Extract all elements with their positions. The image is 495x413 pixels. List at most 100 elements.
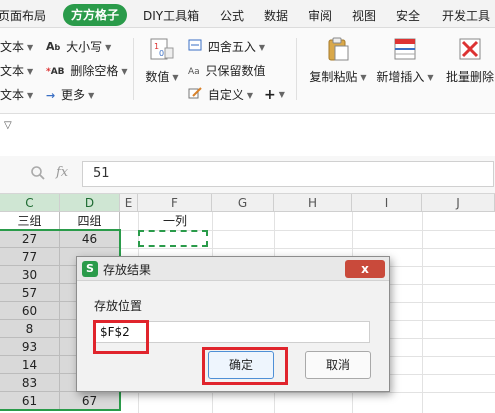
chevron-down-icon: ▼ [88,90,95,100]
plus-icon: + [264,87,276,103]
numeric-button[interactable]: 1 0 数值 ▼ [142,36,182,85]
tab-security[interactable]: 安全 [396,7,420,25]
tab-page-layout[interactable]: 页面布局 [0,7,46,25]
clipboard-icon [325,36,351,62]
chevron-down-icon: ▼ [105,42,112,52]
app-logo-icon: S [82,261,98,277]
delete-icon [457,36,483,62]
batch-delete-button[interactable]: 批量删除 [440,36,495,85]
column-header-i[interactable]: I [352,194,422,212]
close-icon: x [361,262,369,276]
cell-c2[interactable]: 27 [0,230,60,248]
column-header-j[interactable]: J [422,194,495,212]
expand-ribbon-icon[interactable]: ▽ [4,120,12,131]
highlight-ok-button [202,347,288,385]
chevron-down-icon: ▼ [360,73,367,82]
cut-label-2: 文本 [0,64,25,78]
cell-c9[interactable]: 14 [0,356,60,374]
remove-spaces-icon: *AB [46,66,65,77]
gridline [422,212,423,413]
location-label: 存放位置 [94,299,143,313]
column-header-h[interactable]: H [274,194,352,212]
ribbon-text-item-3[interactable]: 文本 ▼ [0,86,33,104]
cell-c10[interactable]: 83 [0,374,60,392]
fx-icon[interactable]: fx [56,165,68,180]
target-cell-marquee [138,230,208,247]
zoom-search-icon[interactable] [30,165,46,184]
chevron-down-icon: ▼ [172,73,179,82]
formula-bar: fx 51 [0,156,495,194]
cell-c1[interactable]: 三组 [0,212,60,230]
case-button[interactable]: Ab 大小写 ▼ [46,38,111,56]
insert-label: 新增插入 [376,70,425,84]
chevron-down-icon: ▼ [278,90,285,99]
numeric-icon: 1 0 [149,36,175,62]
chevron-down-icon: ▼ [27,90,34,100]
cut-label-3: 文本 [0,88,25,102]
cell-c7[interactable]: 8 [0,320,60,338]
tab-formulas[interactable]: 公式 [220,7,244,25]
cell-c5[interactable]: 57 [0,284,60,302]
cell-d2[interactable]: 46 [60,230,120,248]
cancel-button[interactable]: 取消 [305,351,371,379]
gridline [120,392,495,393]
tab-view[interactable]: 视图 [352,7,376,25]
round-icon [188,39,202,57]
keep-values-icon: Aa [188,66,200,77]
highlight-location-input [93,320,149,354]
ribbon-text-item-1[interactable]: 文本 ▼ [0,38,33,56]
round-label: 四舍五入 [207,40,256,54]
tab-review[interactable]: 审阅 [308,7,332,25]
cell-d1[interactable]: 四组 [60,212,120,230]
chevron-down-icon: ▼ [246,90,253,100]
gridline [120,248,495,249]
cell-c6[interactable]: 60 [0,302,60,320]
copy-paste-label: 复制粘贴 [309,70,358,84]
remove-spaces-label: 删除空格 [70,64,119,78]
column-header-c[interactable]: C [0,194,60,212]
cell-c3[interactable]: 77 [0,248,60,266]
cell-d11[interactable]: 67 [60,392,120,410]
case-label: 大小写 [66,40,103,54]
menu-bar: 页面布局 方方格子 DIY工具箱 公式 数据 审阅 视图 安全 开发工具 [0,0,495,28]
numeric-label: 数值 [145,70,170,84]
dialog-title: 存放结果 [103,263,152,277]
formula-input[interactable]: 51 [82,161,494,187]
ribbon-divider [296,38,297,100]
ribbon-collapse-row: ▽ [0,114,495,156]
column-header-f[interactable]: F [138,194,212,212]
more-button[interactable]: → 更多 ▼ [46,86,94,104]
cell-c8[interactable]: 93 [0,338,60,356]
tab-fangfang-gezi[interactable]: 方方格子 [63,4,128,26]
custom-button[interactable]: 自定义 ▼ [188,86,253,104]
dialog-titlebar[interactable]: S 存放结果 x [77,257,389,281]
remove-spaces-button[interactable]: *AB 删除空格 ▼ [46,62,128,80]
ribbon-text-item-2[interactable]: 文本 ▼ [0,62,33,80]
keep-values-button[interactable]: Aa 只保留数值 [188,62,266,80]
column-header-g[interactable]: G [212,194,274,212]
edit-icon [188,86,202,105]
tab-diy-toolbox[interactable]: DIY工具箱 [143,7,199,25]
tab-developer[interactable]: 开发工具 [442,7,490,25]
close-button[interactable]: x [345,260,385,278]
ribbon: 文本 ▼ 文本 ▼ 文本 ▼ Ab 大小写 ▼ *AB 删除空格 ▼ → 更多 ▼ 1 0 … [0,28,495,114]
custom-label: 自定义 [207,88,244,102]
copy-paste-button[interactable]: 复制粘贴 ▼ [306,36,370,85]
ribbon-divider [133,38,134,100]
column-header-e[interactable]: E [120,194,138,212]
cut-label-1: 文本 [0,40,25,54]
chevron-down-icon: ▼ [121,66,128,76]
case-icon: Ab [46,40,61,53]
insert-button[interactable]: 新增插入 ▼ [374,36,436,85]
cell-c4[interactable]: 30 [0,266,60,284]
column-header-d[interactable]: D [60,194,120,212]
round-button[interactable]: 四舍五入 ▼ [188,38,265,56]
add-button[interactable]: + ▼ [264,86,285,104]
chevron-down-icon: ▼ [427,73,434,82]
batch-delete-label: 批量删除 [445,70,494,84]
cell-f1[interactable]: 一列 [138,212,212,230]
tab-data[interactable]: 数据 [264,7,288,25]
insert-rows-icon [392,36,418,62]
more-label: 更多 [61,88,86,102]
cell-c11[interactable]: 61 [0,392,60,410]
